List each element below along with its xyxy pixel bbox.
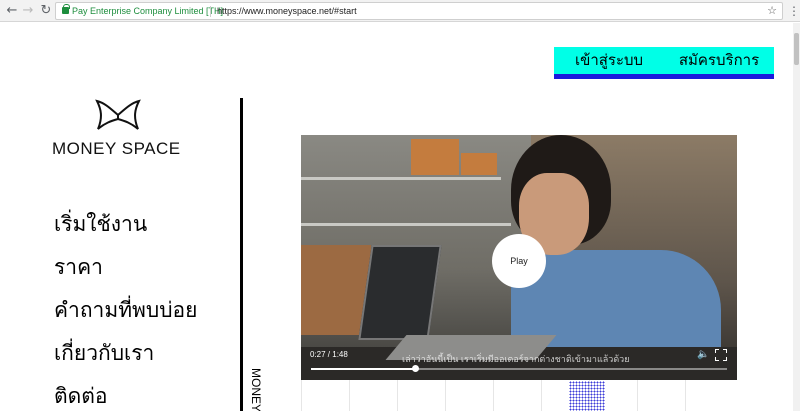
vertical-divider — [240, 98, 243, 411]
more-vert-icon[interactable]: ⋮ — [788, 4, 800, 18]
top-nav-underline — [554, 74, 774, 79]
secure-site-label: Pay Enterprise Company Limited [TH] — [72, 6, 224, 16]
video-time: 0:27 / 1:48 — [310, 350, 348, 359]
video-shelf — [301, 177, 501, 180]
video-subtitle: เล่าว่าอันนี้เป็น เราเริ่มมีออเดอร์จากต่… — [402, 354, 630, 364]
play-button[interactable]: Play — [492, 234, 546, 288]
decorative-dot-pattern — [569, 381, 605, 411]
browser-toolbar: ← → ↻ Pay Enterprise Company Limited [TH… — [0, 0, 800, 22]
reload-icon[interactable]: ↻ — [38, 3, 54, 19]
video-progress-fill — [311, 368, 415, 370]
video-player[interactable]: Play 0:27 / 1:48 เล่าว่าอันนี้เป็น เราเร… — [301, 135, 737, 380]
decorative-grid — [301, 380, 737, 411]
video-box — [461, 153, 497, 175]
fullscreen-icon[interactable] — [715, 349, 727, 361]
video-laptop-screen — [358, 245, 442, 340]
login-button[interactable]: เข้าสู่ระบบ — [554, 47, 664, 74]
forward-arrow-icon[interactable]: → — [20, 3, 36, 19]
bookmark-star-icon[interactable]: ☆ — [767, 3, 777, 19]
money-space-logo[interactable]: MONEY SPACE — [52, 95, 188, 165]
logo-text: MONEY SPACE — [52, 139, 181, 158]
back-arrow-icon[interactable]: ← — [4, 3, 20, 19]
video-box — [411, 139, 459, 175]
vertical-brand-label: MONEY — [249, 368, 263, 411]
page-viewport: เข้าสู่ระบบ สมัครบริการ MONEY SPACE เริ่… — [0, 23, 793, 411]
register-button[interactable]: สมัครบริการ — [664, 47, 774, 74]
video-progress-bar[interactable] — [311, 365, 727, 372]
sidebar-item-about[interactable]: เกี่ยวกับเรา — [54, 332, 197, 375]
sidebar-item-get-started[interactable]: เริ่มใช้งาน — [54, 203, 197, 246]
sidebar-item-faq[interactable]: คำถามที่พบบ่อย — [54, 289, 197, 332]
sidebar-menu: เริ่มใช้งาน ราคา คำถามที่พบบ่อย เกี่ยวกั… — [54, 203, 197, 411]
video-shelf — [301, 223, 511, 226]
sidebar-item-contact[interactable]: ติดต่อ — [54, 375, 197, 411]
sidebar-item-pricing[interactable]: ราคา — [54, 246, 197, 289]
url-text[interactable]: https://www.moneyspace.net/#start — [217, 3, 357, 19]
page-scrollbar[interactable] — [793, 23, 800, 411]
url-separator — [210, 6, 211, 17]
top-nav: เข้าสู่ระบบ สมัครบริการ — [554, 47, 774, 79]
address-bar[interactable]: Pay Enterprise Company Limited [TH] http… — [55, 2, 783, 20]
logo-mark-icon — [95, 99, 141, 130]
volume-icon[interactable]: 🔈 — [697, 349, 709, 361]
lock-icon — [62, 4, 70, 14]
scrollbar-thumb[interactable] — [794, 33, 799, 65]
video-progress-knob[interactable] — [412, 365, 419, 372]
